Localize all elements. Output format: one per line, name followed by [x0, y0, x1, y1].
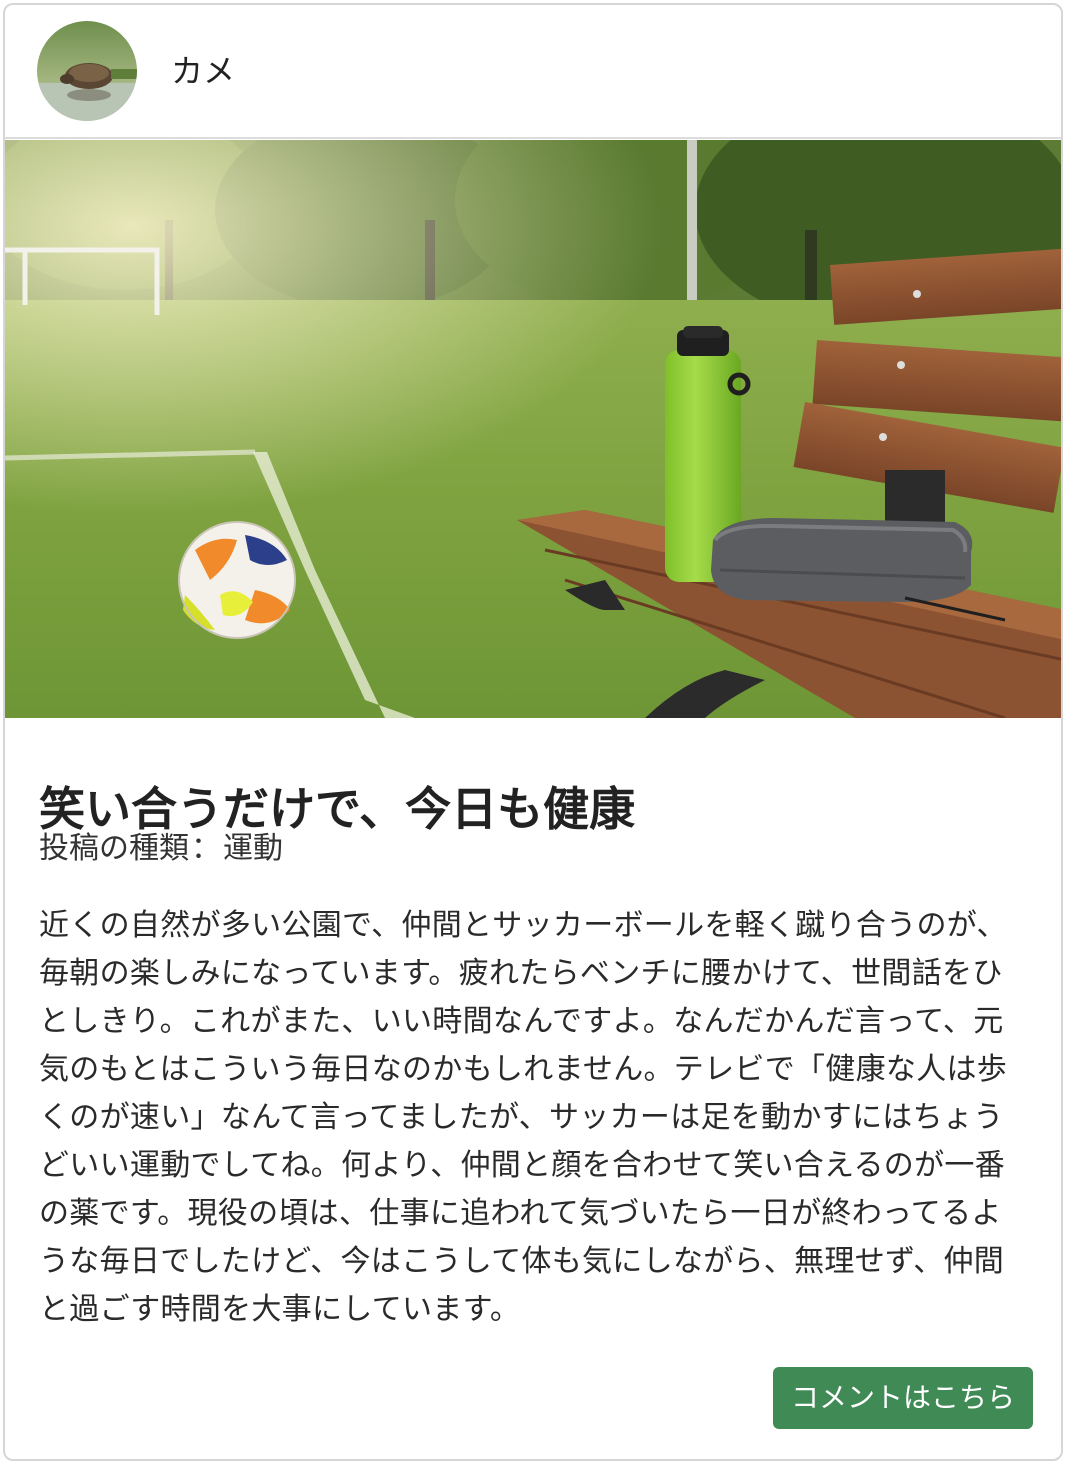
soccer-ball	[178, 521, 296, 639]
post-type-separator: ：	[191, 831, 221, 866]
post-type: 投稿の種類：運動	[39, 827, 283, 871]
post-type-label: 投稿の種類	[39, 831, 189, 866]
post-card: カメ 笑い合うだけで、今日も健康 投稿の種類：運動 近くの自然が多い公園で、仲間…	[3, 3, 1063, 1461]
post-body: 近くの自然が多い公園で、仲間とサッカーボールを軽く蹴り合うのが、毎朝の楽しみにな…	[39, 908, 1008, 1327]
turtle-avatar-icon[interactable]	[37, 21, 137, 121]
author-name[interactable]: カメ	[171, 51, 235, 91]
park-soccer-bench-photo	[5, 140, 1061, 718]
post-image	[5, 140, 1061, 718]
post-type-value: 運動	[223, 831, 283, 866]
post-header: カメ	[5, 5, 1061, 139]
avatar-image	[37, 21, 137, 121]
comment-button[interactable]: コメントはこちら	[773, 1367, 1033, 1429]
